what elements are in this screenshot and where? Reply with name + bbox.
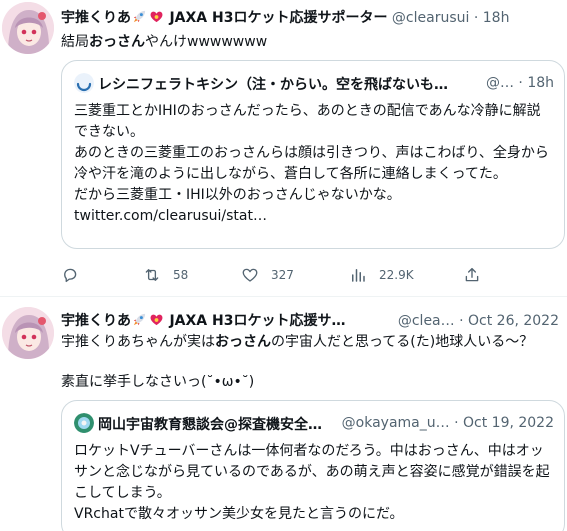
retweet-count: 58 [173, 268, 189, 282]
tweet-text-highlight: おっさん [215, 334, 271, 350]
quoted-separator-dot: · [454, 415, 459, 431]
quoted-author-name[interactable]: 岡山宇宙教育懇談会@探査機安全… [98, 417, 322, 433]
author-name[interactable]: 宇推くりあ [61, 313, 131, 329]
quoted-tweet-text: ロケットVチューバーさんは一体何者なのだろう。中はおっさん、中はオッサンと念じな… [74, 443, 550, 522]
separator-dot: · [473, 10, 479, 26]
share-button[interactable] [463, 262, 481, 288]
reply-button[interactable] [61, 262, 91, 288]
quoted-author-avatar[interactable] [74, 73, 94, 93]
reply-icon [64, 268, 77, 283]
separator-dot: · [459, 313, 464, 329]
quoted-tweet[interactable]: レシニフェラトキシン（注・からい。空を飛ばないも… @… · 18h 三菱重工と… [61, 60, 565, 249]
tweet-time[interactable]: 18h [483, 10, 510, 26]
quoted-author-handle[interactable]: @… [486, 75, 514, 91]
quoted-tweet-header: 岡山宇宙教育懇談会@探査機安全… @okayama_u… · Oct 19, 2… [74, 413, 554, 433]
heart-emoji-icon [150, 314, 163, 326]
like-count: 327 [271, 268, 294, 282]
rocket-emoji-icon [133, 10, 146, 23]
author-name-suffix[interactable]: JAXA H3ロケット応援サポーター [169, 10, 387, 26]
tweet-header: 宇推くりあ JAXA H3ロケット応援サ… @clea… · Oct 26, 2… [61, 311, 559, 331]
avatar-image [2, 2, 54, 54]
tweet-header: 宇推くりあ JAXA H3ロケット応援サポーター @clearusui · 18… [61, 8, 559, 28]
quoted-time-group: @… · 18h [479, 73, 554, 93]
retweet-button[interactable]: 58 [143, 262, 188, 288]
share-icon [465, 267, 479, 282]
like-button[interactable]: 327 [241, 262, 294, 288]
tweet-text: 結局おっさんやんけwwwwwww [61, 32, 561, 52]
rocket-emoji-icon [133, 313, 146, 326]
tweet-1[interactable]: 宇推くりあ JAXA H3ロケット応援サポーター @clearusui · 18… [0, 0, 567, 297]
author-avatar[interactable] [2, 2, 54, 54]
heart-emoji-icon [150, 11, 163, 23]
author-handle[interactable]: @clearusui [392, 10, 469, 26]
author-handle[interactable]: @clea… [398, 313, 455, 329]
quoted-tweet-text: 三菱重工とかIHIのおっさんだったら、あのときの配信であんな冷静に解説できない。… [74, 103, 549, 224]
quoted-author-name[interactable]: レシニフェラトキシン（注・からい。空を飛ばないも… [98, 77, 448, 93]
quoted-tweet-header: レシニフェラトキシン（注・からい。空を飛ばないも… @… · 18h [74, 73, 554, 93]
retweet-icon [145, 269, 159, 281]
views-count: 22.9K [379, 268, 414, 282]
author-avatar[interactable] [2, 307, 54, 359]
quoted-author-handle[interactable]: @okayama_u… [342, 415, 450, 431]
quoted-tweet-time[interactable]: 18h [527, 75, 554, 91]
quoted-tweet-time[interactable]: Oct 19, 2022 [463, 415, 554, 431]
quoted-time-group: @okayama_u… · Oct 19, 2022 [335, 413, 554, 433]
tweet-text-pre: 結局 [61, 34, 89, 50]
tweet-2[interactable]: 宇推くりあ JAXA H3ロケット応援サ… @clea… · Oct 26, 2… [0, 297, 567, 531]
avatar-image [2, 307, 54, 359]
tweet-actions: 58 327 22.9K [61, 262, 531, 288]
author-name-suffix[interactable]: JAXA H3ロケット応援サ… [169, 313, 345, 329]
author-name[interactable]: 宇推くりあ [61, 10, 131, 26]
tweet-time[interactable]: Oct 26, 2022 [468, 313, 559, 329]
quoted-tweet[interactable]: 岡山宇宙教育懇談会@探査機安全… @okayama_u… · Oct 19, 2… [61, 400, 565, 531]
tweet-text-post: やんけwwwwwww [145, 34, 268, 50]
views-button[interactable]: 22.9K [349, 262, 414, 288]
tweet-text: 宇推くりあちゃんが実はおっさんの宇宙人だと思ってる(た)地球人いる～？ 素直に挙… [61, 332, 561, 392]
quoted-author-avatar[interactable] [74, 413, 94, 433]
tweet-text-highlight: おっさん [89, 34, 145, 50]
quoted-separator-dot: · [518, 75, 523, 91]
tweet-time-group: @clea… · Oct 26, 2022 [393, 311, 559, 331]
tweet-text-pre: 宇推くりあちゃんが実は [61, 334, 215, 350]
views-chart-icon [352, 269, 365, 282]
heart-icon [242, 268, 258, 282]
